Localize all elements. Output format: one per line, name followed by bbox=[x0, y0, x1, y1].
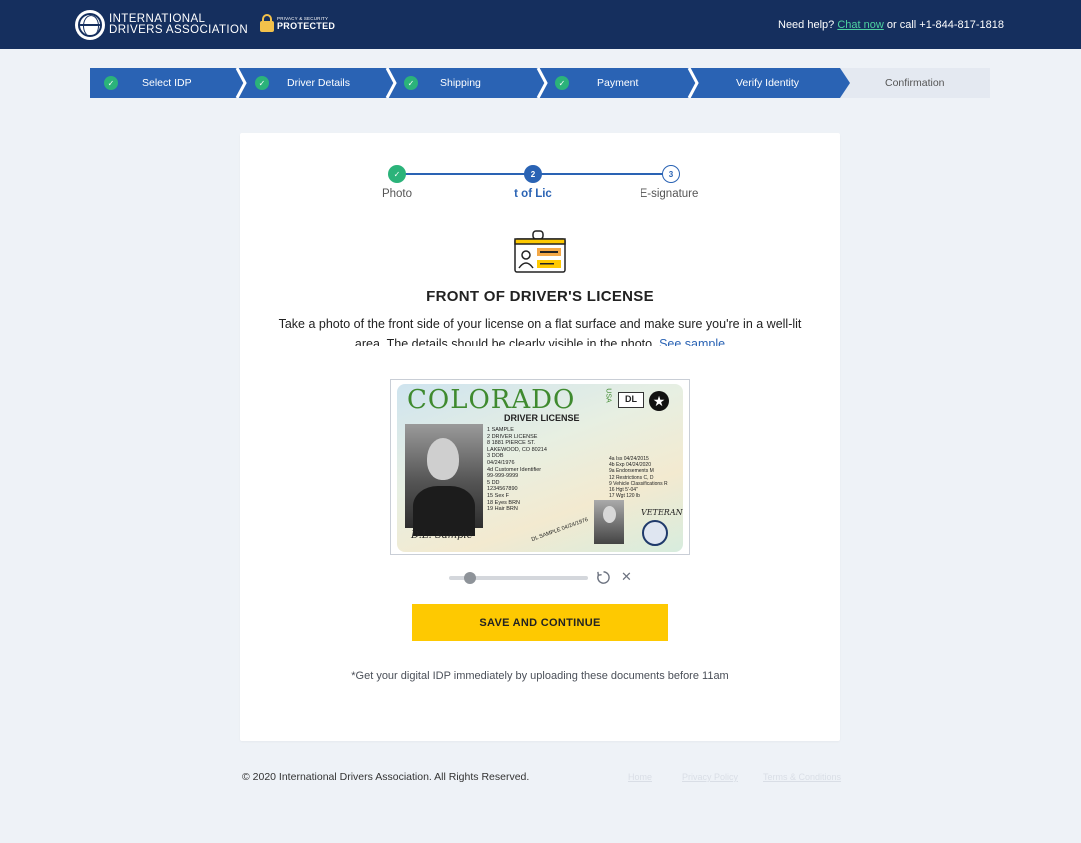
logo-line2: DRIVERS ASSOCIATION bbox=[109, 24, 249, 36]
badge-small-text: PRIVACY & SECURITY bbox=[277, 15, 329, 21]
license-line: 1234567890 bbox=[487, 486, 518, 493]
step-label: Shipping bbox=[440, 77, 481, 89]
badge-big-text: PROTECTED bbox=[277, 20, 336, 31]
license-line: 19 Hair BRN bbox=[487, 506, 518, 513]
substep-2-number: 2 bbox=[524, 165, 542, 183]
rotate-icon[interactable] bbox=[596, 570, 611, 585]
step-label: Payment bbox=[597, 77, 639, 89]
license-line: 99-999-9999 bbox=[487, 473, 519, 480]
license-line: 17 Wgt 120 lb bbox=[609, 493, 640, 500]
save-and-continue-button[interactable]: SAVE AND CONTINUE bbox=[412, 604, 668, 641]
license-image-preview[interactable]: COLORADO USA DL ★ DRIVER LICENSE 1 SAMPL… bbox=[390, 379, 690, 555]
driver-license-image: COLORADO USA DL ★ DRIVER LICENSE 1 SAMPL… bbox=[397, 384, 683, 552]
license-line: LAKEWOOD, CO 80214 bbox=[487, 446, 547, 453]
security-badge: PRIVACY & SECURITY PROTECTED bbox=[260, 14, 335, 32]
globe-icon bbox=[75, 10, 105, 40]
page-title: FRONT OF DRIVER'S LICENSE bbox=[426, 288, 654, 305]
call-text: or call +1-844-817-1818 bbox=[886, 19, 1004, 31]
chat-now-link[interactable]: Chat now bbox=[837, 19, 883, 31]
license-line: 15 Sex F bbox=[487, 492, 510, 499]
license-line: 18 Eyes BRN bbox=[487, 499, 521, 506]
zoom-slider-handle[interactable] bbox=[463, 572, 476, 584]
license-class: DL bbox=[618, 392, 644, 408]
license-details-right: 4a Iss 04/24/2015 4b Exp 04/24/2020 9a E… bbox=[609, 456, 668, 499]
lock-icon bbox=[260, 14, 274, 32]
substep-1-check-icon: ✓ bbox=[388, 165, 406, 183]
license-photo bbox=[405, 424, 483, 536]
step-label: Confirmation bbox=[885, 77, 945, 89]
ida-logo[interactable]: INTERNATIONAL DRIVERS ASSOCIATION bbox=[75, 10, 248, 40]
license-details: 1 SAMPLE 2 DRIVER LICENSE 8 1881 PIERCE … bbox=[487, 427, 547, 513]
step-label: Select IDP bbox=[142, 77, 192, 89]
substep-1-label: Photo bbox=[381, 188, 413, 200]
upload-card: ✓ 2 3 Photo t of Lic E-signature FRONT O… bbox=[240, 133, 840, 741]
step-shipping[interactable]: ✓ Shipping bbox=[404, 68, 481, 98]
top-header: INTERNATIONAL DRIVERS ASSOCIATION PRIVAC… bbox=[0, 0, 1081, 49]
license-type: DRIVER LICENSE bbox=[504, 413, 580, 423]
id-card-icon bbox=[514, 230, 566, 273]
see-sample-link[interactable]: See sample bbox=[659, 337, 725, 346]
step-driver-details[interactable]: ✓ Driver Details bbox=[255, 68, 350, 98]
close-icon[interactable]: ✕ bbox=[621, 569, 632, 585]
step-label: Driver Details bbox=[287, 77, 351, 89]
help-text: Need help? Chat now or call +1-844-817-1… bbox=[778, 19, 1004, 31]
check-icon: ✓ bbox=[404, 76, 418, 90]
license-line: 2 DRIVER LICENSE bbox=[487, 433, 538, 440]
license-signature: D.L. Sample bbox=[411, 530, 473, 541]
license-dob-vertical: DL SAMPLE 04/24/1976 bbox=[530, 516, 589, 544]
license-line: 8 1881 PIERCE ST. bbox=[487, 440, 536, 447]
footer-terms-link[interactable]: Terms & Conditions bbox=[763, 772, 841, 782]
license-veteran: VETERAN bbox=[641, 508, 683, 517]
license-ghost-photo bbox=[594, 500, 624, 544]
help-label: Need help? bbox=[778, 19, 835, 31]
footer-home-link[interactable]: Home bbox=[628, 772, 652, 782]
star-icon: ★ bbox=[649, 391, 669, 411]
substep-line-1 bbox=[404, 173, 531, 175]
substep-3-label: E-signature bbox=[641, 188, 699, 200]
substep-line-2 bbox=[540, 173, 663, 175]
license-line: 1 SAMPLE bbox=[487, 427, 514, 433]
footer-privacy-link[interactable]: Privacy Policy bbox=[682, 772, 738, 782]
check-icon: ✓ bbox=[555, 76, 569, 90]
license-line: 4d Customer Identifier bbox=[487, 466, 542, 473]
upload-note: *Get your digital IDP immediately by upl… bbox=[351, 670, 729, 682]
license-line: 04/24/1976 bbox=[487, 459, 515, 466]
copyright: © 2020 International Drivers Association… bbox=[242, 771, 530, 783]
check-icon: ✓ bbox=[104, 76, 118, 90]
step-payment[interactable]: ✓ Payment bbox=[555, 68, 638, 98]
check-icon: ✓ bbox=[255, 76, 269, 90]
license-state: COLORADO bbox=[407, 385, 576, 415]
license-country: USA bbox=[604, 388, 612, 403]
instructions: Take a photo of the front side of your l… bbox=[272, 314, 808, 346]
step-verify-identity[interactable]: Verify Identity bbox=[736, 68, 799, 98]
step-label: Verify Identity bbox=[736, 77, 800, 89]
substep-2-label: t of Lic bbox=[514, 188, 552, 200]
step-select-idp[interactable]: ✓ Select IDP bbox=[104, 68, 192, 98]
substep-3-number: 3 bbox=[662, 165, 680, 183]
seal-icon bbox=[642, 520, 668, 546]
step-confirmation: Confirmation bbox=[885, 68, 945, 98]
license-line: 3 DOB bbox=[487, 453, 504, 460]
license-line: 5 DD bbox=[487, 479, 500, 486]
checkout-progress: ✓ Select IDP ✓ Driver Details ✓ Shipping… bbox=[90, 68, 990, 98]
